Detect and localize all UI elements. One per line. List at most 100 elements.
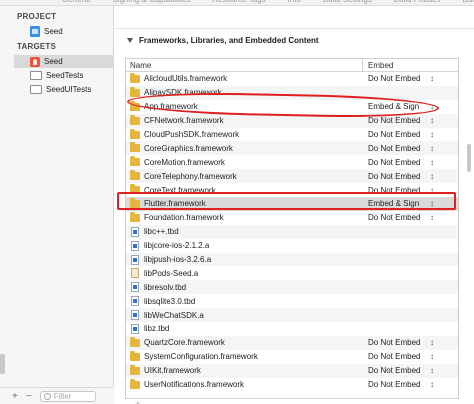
table-row[interactable]: libc++.tbd [126, 224, 458, 239]
library-icon [131, 323, 139, 334]
framework-name: App.framework [144, 102, 198, 112]
stepper-chevron-icon[interactable]: ↕ [430, 74, 434, 83]
embed-select[interactable]: Do Not Embed [368, 352, 428, 361]
stepper-chevron-icon[interactable]: ↕ [430, 366, 434, 375]
embed-select[interactable]: Do Not Embed [368, 172, 428, 181]
framework-name: CoreGraphics.framework [144, 143, 233, 153]
table-row[interactable]: Foundation.framework Do Not Embed ↕ [126, 211, 458, 225]
embed-select[interactable]: Do Not Embed [368, 338, 428, 347]
stepper-chevron-icon[interactable]: ↕ [430, 338, 434, 347]
embed-select[interactable]: Embed & Sign [368, 102, 428, 111]
table-row[interactable]: libsqlite3.0.tbd [126, 294, 458, 308]
library-icon [131, 254, 139, 265]
sidebar-item-target-seedtests[interactable]: SeedTests [14, 69, 114, 82]
framework-icon [130, 128, 140, 139]
framework-name: AlicloudUtils.framework [144, 74, 228, 84]
framework-name: CoreText.framework [144, 185, 216, 195]
table-row[interactable]: CloudPushSDK.framework Do Not Embed ↕ [126, 128, 458, 142]
embed-select[interactable]: Do Not Embed [368, 186, 428, 195]
embed-select[interactable]: Do Not Embed [368, 116, 428, 125]
editor-tab[interactable]: Build Phases [394, 0, 441, 4]
add-target-button[interactable]: + [12, 391, 18, 402]
table-row[interactable]: QuartzCore.framework Do Not Embed ↕ [126, 335, 458, 350]
table-row[interactable]: UserNotifications.framework Do Not Embed ↕ [126, 378, 458, 392]
sidebar-item-target-seed[interactable]: Seed [14, 55, 114, 68]
stepper-chevron-icon[interactable]: ↕ [430, 130, 434, 139]
table-row[interactable]: CoreGraphics.framework Do Not Embed ↕ [126, 141, 458, 156]
embed-select[interactable]: Do Not Embed [368, 366, 428, 375]
table-row[interactable]: CoreText.framework Do Not Embed ↕ [126, 183, 458, 197]
table-row[interactable]: AlipaySDK.framework [126, 85, 458, 100]
static-library-icon [131, 268, 139, 279]
framework-name: libresolv.tbd [144, 282, 187, 292]
column-header-embed[interactable]: Embed [368, 61, 393, 70]
editor-tab[interactable]: Resource Tags [212, 0, 265, 4]
stepper-chevron-icon[interactable]: ↕ [430, 158, 434, 167]
table-row[interactable]: libPods-Seed.a [126, 266, 458, 280]
stepper-chevron-icon[interactable]: ↕ [430, 144, 434, 153]
sidebar-item-target-seeduitests[interactable]: SeedUITests [14, 83, 114, 96]
test-target-icon [30, 71, 42, 80]
table-row[interactable]: SystemConfiguration.framework Do Not Embe… [126, 350, 458, 364]
table-row[interactable]: CoreMotion.framework Do Not Embed ↕ [126, 155, 458, 169]
library-icon [131, 240, 139, 251]
sidebar-scrollbar[interactable] [0, 354, 5, 374]
filter-field[interactable]: Filter [39, 390, 96, 402]
table-row[interactable]: CoreTelephony.framework Do Not Embed ↕ [126, 169, 458, 184]
table-row[interactable]: libjcore-ios-2.1.2.a [126, 239, 458, 253]
column-header-name[interactable]: Name [130, 61, 151, 70]
editor-tab[interactable]: General [62, 0, 90, 4]
embed-select[interactable]: Embed & Sign [368, 199, 428, 208]
remove-target-button[interactable]: − [26, 391, 32, 402]
framework-icon [130, 197, 140, 208]
editor-tab[interactable]: Build Rules [462, 0, 474, 4]
project-navigator-sidebar: PROJECT Seed TARGETS Seed SeedTests Seed… [0, 6, 114, 404]
table-row[interactable]: CFNetwork.framework Do Not Embed ↕ [126, 113, 458, 128]
table-scrollbar[interactable] [467, 144, 471, 172]
general-settings-pane: Frameworks, Libraries, and Embedded Cont… [115, 6, 474, 404]
editor-tab[interactable]: Build Settings [323, 0, 372, 4]
framework-name: libc++.tbd [144, 227, 179, 237]
table-row[interactable]: libz.tbd [126, 322, 458, 336]
table-row[interactable]: libjpush-ios-3.2.6.a [126, 252, 458, 267]
framework-name: libjpush-ios-3.2.6.a [144, 255, 212, 265]
table-row[interactable]: AlicloudUtils.framework Do Not Embed ↕ [126, 72, 458, 86]
stepper-chevron-icon[interactable]: ↕ [430, 352, 434, 361]
framework-name: libjcore-ios-2.1.2.a [144, 241, 210, 251]
filter-placeholder: Filter [53, 391, 72, 401]
stepper-chevron-icon[interactable]: ↕ [430, 199, 434, 208]
framework-icon [130, 211, 140, 222]
framework-name: libWeChatSDK.a [144, 310, 204, 320]
framework-name: CFNetwork.framework [144, 116, 224, 126]
disclosure-triangle-icon[interactable] [127, 38, 133, 43]
table-row[interactable]: libresolv.tbd [126, 280, 458, 295]
table-row[interactable]: libWeChatSDK.a [126, 308, 458, 323]
stepper-chevron-icon[interactable]: ↕ [430, 172, 434, 181]
table-row[interactable]: Flutter.framework Embed & Sign ↕ [126, 197, 458, 211]
embed-select[interactable]: Do Not Embed [368, 158, 428, 167]
app-target-icon [30, 56, 40, 67]
targets-heading: TARGETS [17, 42, 57, 51]
editor-tab[interactable]: Signing & Capabilities [112, 0, 190, 4]
column-divider[interactable] [362, 59, 363, 72]
table-row[interactable]: UIKit.framework Do Not Embed ↕ [126, 363, 458, 378]
stepper-chevron-icon[interactable]: ↕ [430, 102, 434, 111]
embed-select[interactable]: Do Not Embed [368, 380, 428, 389]
frameworks-table: Name Embed AlicloudUtils.framework Do Not… [125, 58, 459, 400]
add-framework-button[interactable]: + [135, 400, 141, 404]
table-row[interactable]: App.framework Embed & Sign ↕ [126, 100, 458, 114]
editor-tab[interactable]: Info [288, 0, 301, 4]
stepper-chevron-icon[interactable]: ↕ [430, 186, 434, 195]
library-icon [131, 310, 139, 321]
remove-framework-button[interactable]: − [151, 400, 157, 404]
sidebar-item-project-seed[interactable]: Seed [14, 25, 114, 38]
stepper-chevron-icon[interactable]: ↕ [430, 116, 434, 125]
embed-select[interactable]: Do Not Embed [368, 213, 428, 222]
embed-select[interactable]: Do Not Embed [368, 130, 428, 139]
frameworks-section-header[interactable]: Frameworks, Libraries, and Embedded Cont… [127, 36, 319, 45]
embed-select[interactable]: Do Not Embed [368, 74, 428, 83]
stepper-chevron-icon[interactable]: ↕ [430, 380, 434, 389]
framework-icon [130, 72, 140, 83]
embed-select[interactable]: Do Not Embed [368, 144, 428, 153]
stepper-chevron-icon[interactable]: ↕ [430, 213, 434, 222]
